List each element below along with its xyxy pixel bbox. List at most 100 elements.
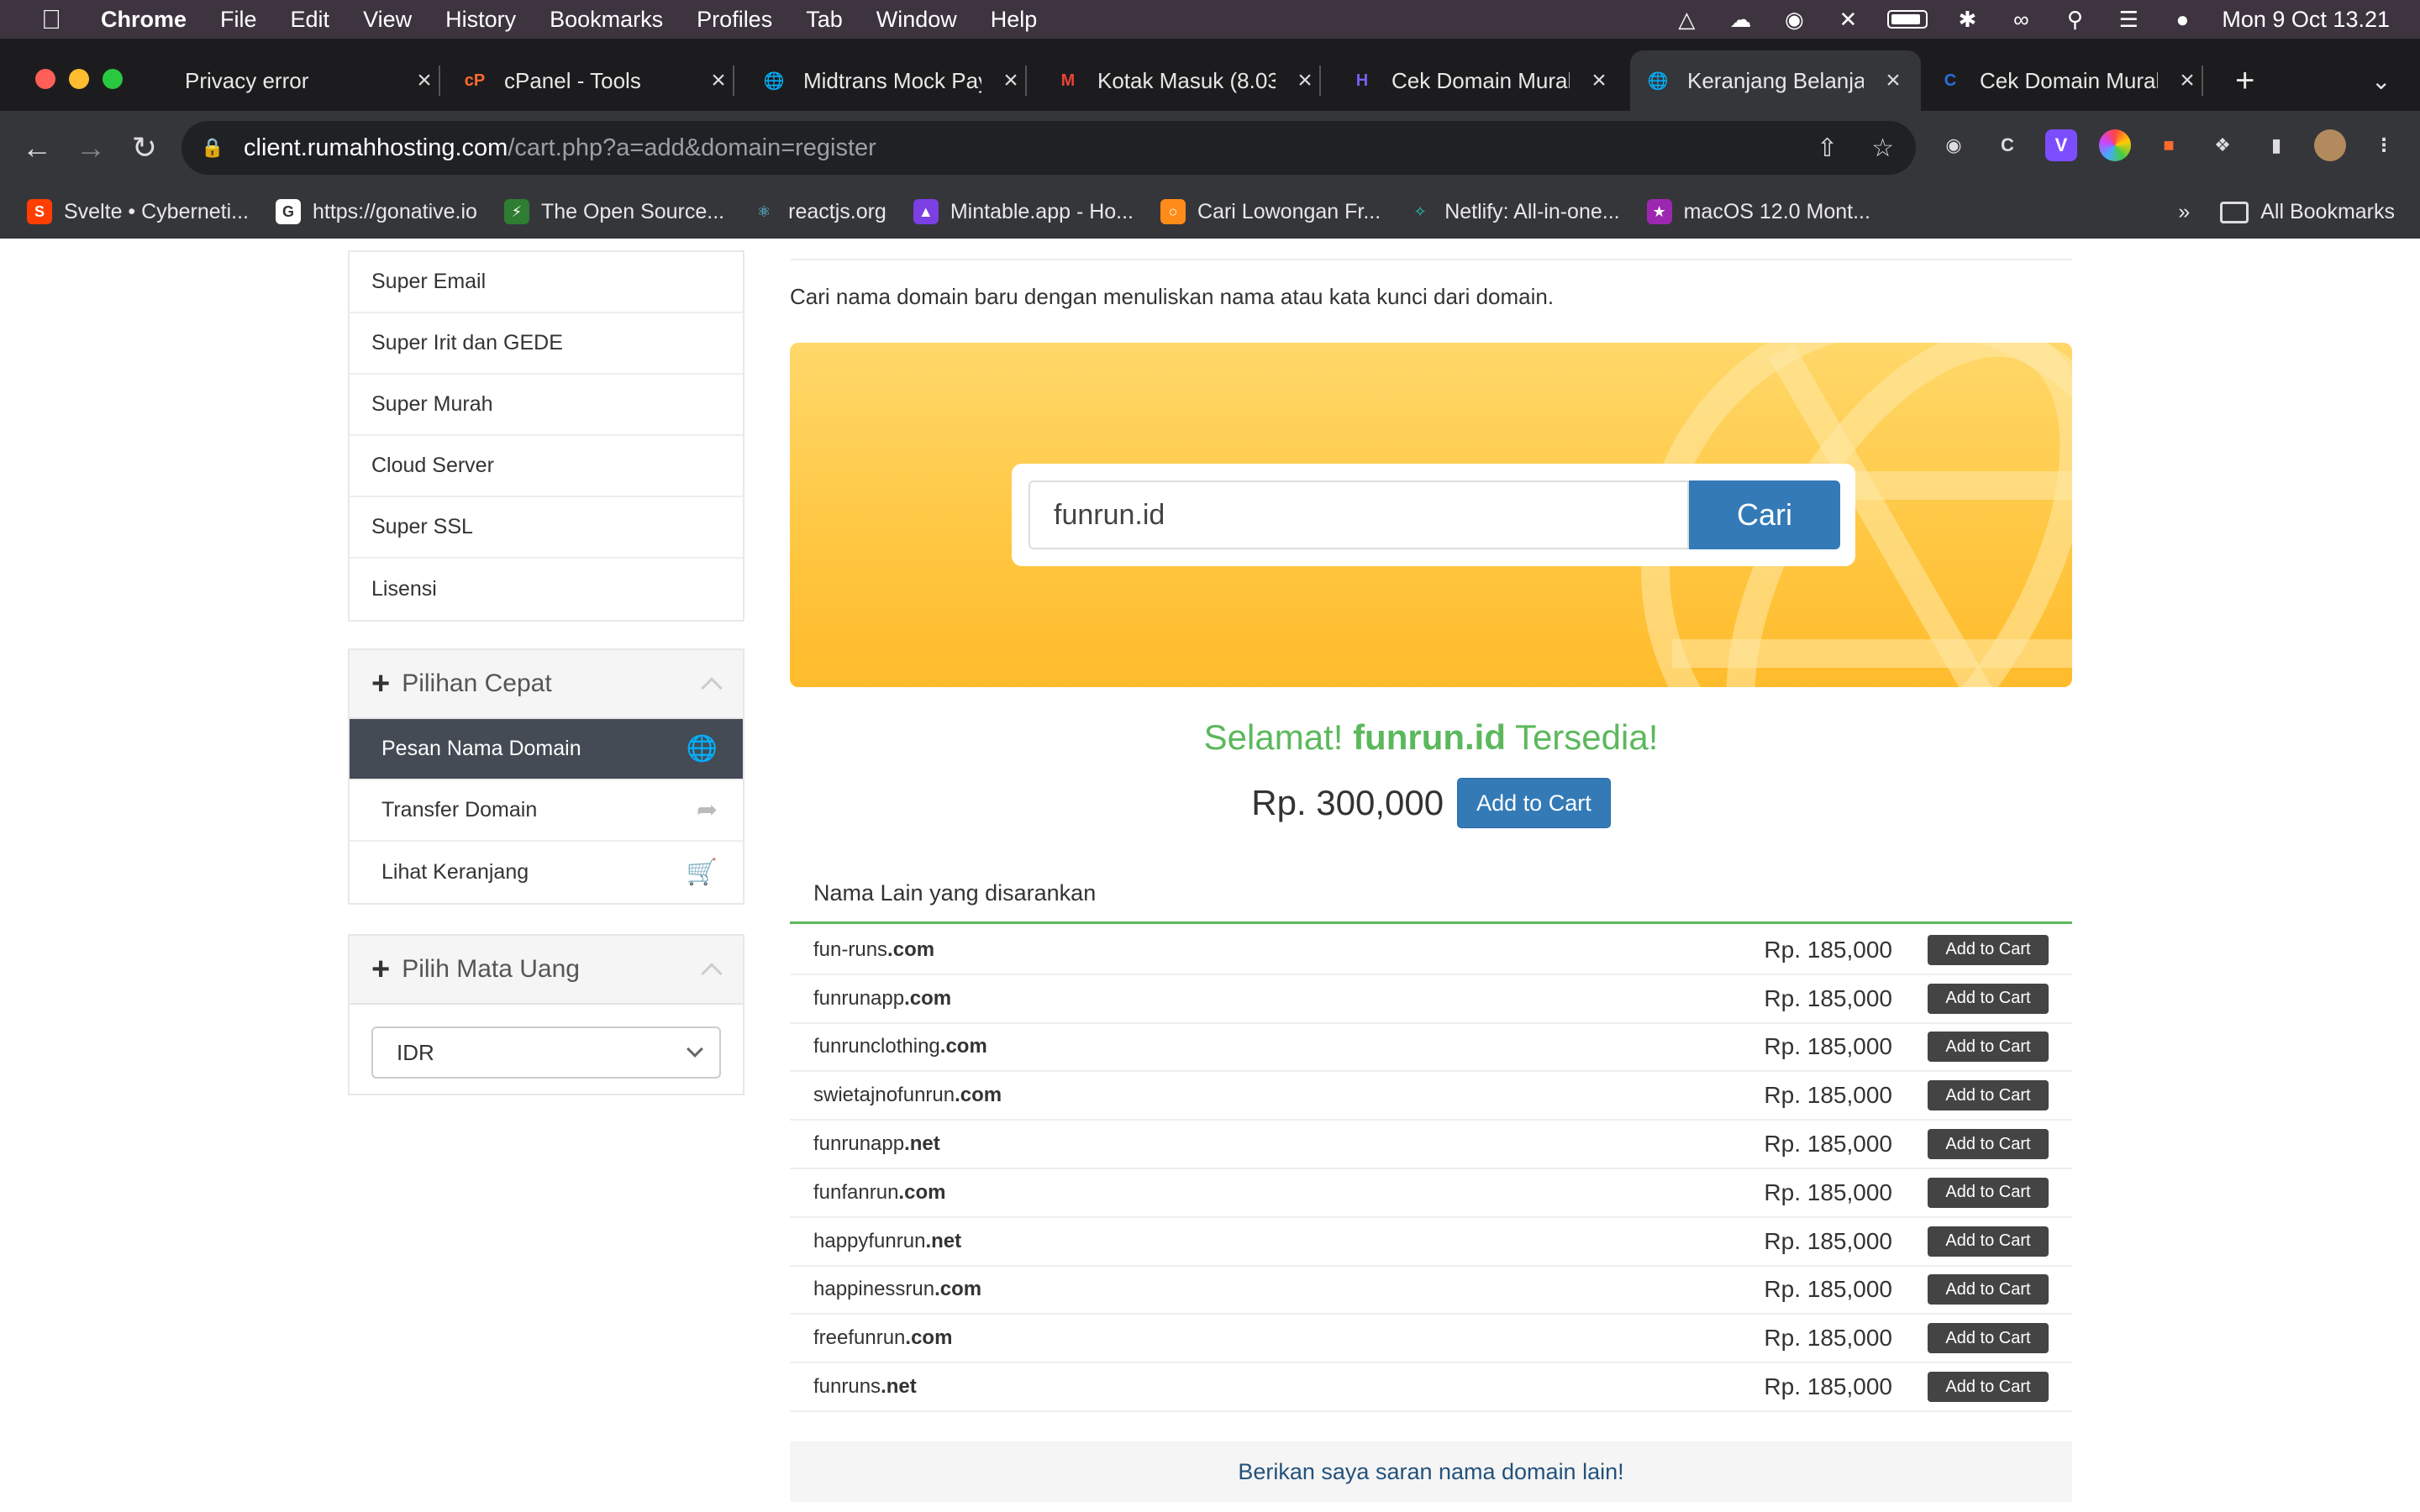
- address-bar[interactable]: 🔒 client.rumahhosting.com/cart.php?a=add…: [182, 121, 1916, 175]
- add-to-cart-button[interactable]: Add to Cart: [1928, 1226, 2049, 1257]
- quick-actions-header[interactable]: + Pilihan Cepat: [350, 650, 743, 719]
- tab-privacy-error[interactable]: Privacy error ×: [143, 50, 440, 111]
- search-button[interactable]: Cari: [1689, 480, 1840, 549]
- bookmark-netlify[interactable]: ✧ Netlify: All-in-one...: [1407, 199, 1620, 224]
- add-to-cart-button[interactable]: Add to Cart: [1457, 778, 1611, 828]
- bookmark-lowongan[interactable]: ○ Cari Lowongan Fr...: [1160, 199, 1381, 224]
- menu-clock[interactable]: Mon 9 Oct 13.21: [2222, 7, 2390, 33]
- tab-gmail[interactable]: M Kotak Masuk (8.03 ×: [1055, 50, 1321, 111]
- add-to-cart-button[interactable]: Add to Cart: [1928, 1080, 2049, 1111]
- side-panel-icon[interactable]: ▮: [2260, 129, 2292, 161]
- add-to-cart-button[interactable]: Add to Cart: [1928, 1274, 2049, 1305]
- fire-extension-icon[interactable]: ■: [2153, 129, 2185, 161]
- add-to-cart-button[interactable]: Add to Cart: [1928, 1177, 2049, 1208]
- tab-close-icon[interactable]: ×: [1881, 66, 1906, 95]
- puzzle-icon[interactable]: ❖: [2207, 129, 2238, 161]
- all-bookmarks-button[interactable]: All Bookmarks: [2220, 200, 2395, 224]
- tab-cek-domain-2[interactable]: C Cek Domain Murah ×: [1938, 50, 2203, 111]
- bookmark-open-source[interactable]: ⚡ The Open Source...: [503, 199, 724, 224]
- add-to-cart-button[interactable]: Add to Cart: [1928, 934, 2049, 965]
- extension-icons: ◉ C V ■ ❖ ▮ ⋮: [1938, 129, 2400, 161]
- bookmark-star-icon[interactable]: ☆: [1871, 134, 1894, 163]
- tab-search-button[interactable]: ⌄: [2371, 50, 2405, 111]
- add-to-cart-button[interactable]: Add to Cart: [1928, 1129, 2049, 1160]
- minimize-window-button[interactable]: [69, 69, 89, 89]
- battery-icon[interactable]: [1887, 10, 1928, 29]
- tab-keranjang-belanja[interactable]: 🌐 Keranjang Belanja ×: [1630, 50, 1921, 111]
- menu-bookmarks[interactable]: Bookmarks: [550, 7, 663, 33]
- tab-close-icon[interactable]: ×: [706, 66, 731, 95]
- currency-select[interactable]: IDR: [371, 1026, 721, 1079]
- cloud-icon[interactable]: ☁: [1726, 7, 1754, 32]
- tab-close-icon[interactable]: ×: [1292, 66, 1318, 95]
- sidebar-item-super-email[interactable]: Super Email: [350, 252, 743, 313]
- tab-midtrans[interactable]: 🌐 Midtrans Mock Pay ×: [761, 50, 1027, 111]
- bookmark-reactjs[interactable]: ⚛ reactjs.org: [751, 199, 886, 224]
- reload-button[interactable]: ↻: [128, 131, 161, 165]
- bookmark-gonative[interactable]: G https://gonative.io: [275, 199, 477, 224]
- more-menu-icon[interactable]: ⋮: [2368, 129, 2400, 161]
- menu-edit[interactable]: Edit: [291, 7, 330, 33]
- new-tab-button[interactable]: +: [2235, 50, 2269, 111]
- plus-icon: +: [371, 951, 391, 987]
- menu-app-chrome[interactable]: Chrome: [101, 7, 187, 33]
- menu-window[interactable]: Window: [876, 7, 957, 33]
- menu-help[interactable]: Help: [991, 7, 1038, 33]
- quick-item-lihat-keranjang[interactable]: Lihat Keranjang 🛒: [350, 842, 743, 903]
- camera-icon[interactable]: ◉: [1938, 129, 1970, 161]
- menu-tab[interactable]: Tab: [806, 7, 843, 33]
- apple-menu-icon[interactable]: : [30, 4, 72, 35]
- sidebar-categories: Super Email Super Irit dan GEDE Super Mu…: [348, 250, 744, 622]
- share-icon[interactable]: ⇧: [1817, 134, 1838, 163]
- back-button[interactable]: ←: [20, 131, 54, 165]
- add-to-cart-button[interactable]: Add to Cart: [1928, 983, 2049, 1014]
- quick-item-pesan-domain[interactable]: Pesan Nama Domain 🌐: [350, 719, 743, 780]
- cr-extension-icon[interactable]: C: [1991, 129, 2023, 161]
- add-to-cart-button[interactable]: Add to Cart: [1928, 1372, 2049, 1403]
- tab-close-icon[interactable]: ×: [998, 66, 1023, 95]
- currency-header[interactable]: + Pilih Mata Uang: [350, 936, 743, 1005]
- tab-close-icon[interactable]: ×: [412, 66, 437, 95]
- control-center-icon[interactable]: ☰: [2114, 7, 2143, 32]
- forward-button[interactable]: →: [74, 131, 108, 165]
- color-wheel-icon[interactable]: [2099, 129, 2131, 161]
- domain-search-input[interactable]: funrun.id: [1028, 480, 1689, 549]
- add-to-cart-button[interactable]: Add to Cart: [1928, 1323, 2049, 1354]
- add-to-cart-button[interactable]: Add to Cart: [1928, 1032, 2049, 1063]
- avatar[interactable]: [2314, 129, 2346, 161]
- menu-profiles[interactable]: Profiles: [697, 7, 772, 33]
- menu-history[interactable]: History: [445, 7, 516, 33]
- zoom-window-button[interactable]: [103, 69, 123, 89]
- tab-close-icon[interactable]: ×: [1586, 66, 1612, 95]
- tab-close-icon[interactable]: ×: [2175, 66, 2200, 95]
- drive-icon[interactable]: △: [1672, 7, 1701, 32]
- close-window-button[interactable]: [35, 69, 55, 89]
- spotlight-search-icon[interactable]: ⚲: [2060, 7, 2089, 32]
- sidebar-item-lisensi[interactable]: Lisensi: [350, 559, 743, 620]
- link-icon[interactable]: ∞: [2007, 7, 2035, 32]
- bookmark-mintable[interactable]: ▲ Mintable.app - Ho...: [913, 199, 1134, 224]
- siri-icon[interactable]: ●: [2168, 7, 2196, 32]
- tab-cek-domain-1[interactable]: H Cek Domain Murah ×: [1349, 50, 1612, 111]
- bookmark-macos[interactable]: ★ macOS 12.0 Mont...: [1646, 199, 1870, 224]
- domain-name: funfanrun: [813, 1180, 899, 1204]
- lock-icon[interactable]: 🔒: [200, 137, 225, 159]
- sidebar-item-cloud-server[interactable]: Cloud Server: [350, 436, 743, 497]
- sidebar-item-super-irit[interactable]: Super Irit dan GEDE: [350, 313, 743, 375]
- menu-file[interactable]: File: [220, 7, 257, 33]
- sidebar-item-super-ssl[interactable]: Super SSL: [350, 497, 743, 559]
- sidebar-item-super-murah[interactable]: Super Murah: [350, 375, 743, 436]
- v-extension-icon[interactable]: V: [2045, 129, 2077, 161]
- bookmarks-overflow-button[interactable]: »: [2178, 200, 2190, 224]
- quick-item-transfer-domain[interactable]: Transfer Domain ➦: [350, 780, 743, 842]
- menu-view[interactable]: View: [363, 7, 412, 33]
- mute-icon[interactable]: ✕: [1833, 7, 1862, 32]
- url-text[interactable]: client.rumahhosting.com/cart.php?a=add&d…: [244, 134, 876, 162]
- tab-cpanel-tools[interactable]: cP cPanel - Tools ×: [462, 50, 734, 111]
- more-suggestions-link[interactable]: Berikan saya saran nama domain lain!: [1238, 1459, 1623, 1485]
- record-icon[interactable]: ◉: [1780, 7, 1808, 32]
- bookmark-svelte[interactable]: S Svelte • Cyberneti...: [27, 199, 249, 224]
- chevron-up-icon[interactable]: [701, 677, 723, 699]
- chevron-up-icon[interactable]: [701, 963, 723, 984]
- bluetooth-icon[interactable]: ✱: [1953, 7, 1981, 32]
